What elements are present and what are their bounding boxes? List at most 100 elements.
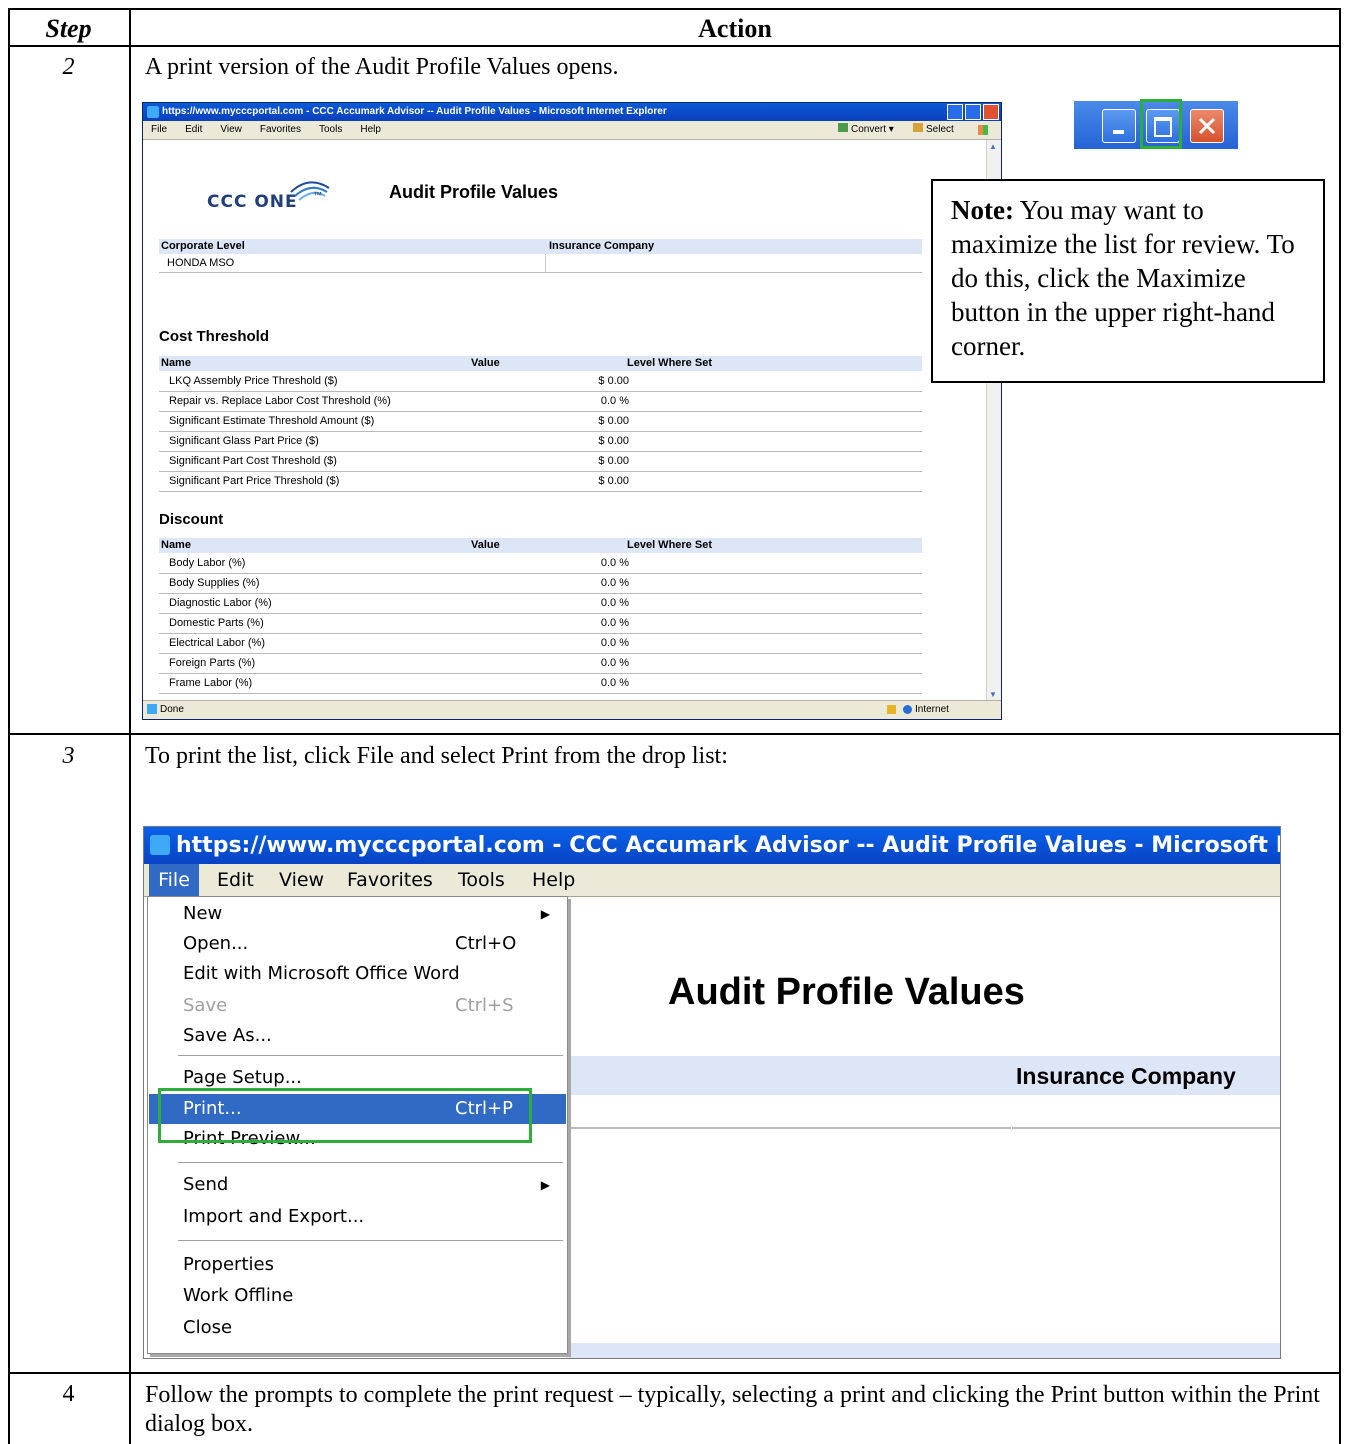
submenu-arrow-icon: ▶ (540, 907, 550, 921)
row-divider (566, 1127, 1011, 1129)
lock-icon (887, 705, 896, 714)
minimize-icon (1113, 130, 1124, 134)
ie-title-text: https://www.mycccportal.com - CCC Accuma… (162, 106, 667, 117)
cost-columns-header: Name Value Level Where Set (159, 356, 922, 371)
step-text: Follow the prompts to complete the print… (145, 1382, 1320, 1437)
note-callout: Note: You may want to maximize the list … (931, 179, 1325, 383)
menu-item-import-export[interactable]: Import and Export... (149, 1202, 566, 1232)
ie-logo-icon (147, 106, 159, 118)
menu-help[interactable]: Help (532, 864, 575, 896)
minimize-button[interactable] (1102, 109, 1136, 143)
cost-threshold-title: Cost Threshold (159, 328, 270, 345)
menu-item-save-as[interactable]: Save As... (149, 1021, 566, 1051)
col-name: Name (161, 539, 191, 551)
table-row-divider-header (8, 45, 1341, 47)
corporate-value-row: HONDA MSO (159, 254, 922, 273)
header-action: Action (698, 14, 772, 43)
scroll-down-arrow-icon[interactable]: ▼ (989, 690, 997, 699)
menu-file[interactable]: File (149, 864, 199, 896)
corporate-header-row: Corporate Level Insurance Company (159, 239, 922, 254)
ie-window-zoomed-screenshot: https://www.mycccportal.com - CCC Accuma… (143, 826, 1281, 1359)
toolbar-select[interactable]: Select (913, 121, 954, 139)
table-row: Domestic Parts (%) 0.0 % (159, 613, 922, 634)
globe-icon (903, 704, 912, 714)
restore-button[interactable] (965, 104, 981, 120)
table-row: Body Supplies (%) 0.0 % (159, 573, 922, 594)
col-value: Value (471, 539, 500, 551)
menu-item-new[interactable]: New ▶ (149, 899, 566, 929)
table-row: Significant Glass Part Price ($) $ 0.00 (159, 431, 922, 452)
ie-title-bar: https://www.mycccportal.com - CCC Accuma… (144, 827, 1280, 864)
table-row: Electrical Labor (%) 0.0 % (159, 633, 922, 654)
menu-favorites[interactable]: Favorites (260, 124, 301, 135)
logo-tm: ™ (313, 190, 322, 200)
ccc-one-logo: CCC ONE ™ (203, 172, 333, 212)
scroll-up-arrow-icon[interactable]: ▲ (989, 142, 997, 151)
internet-zone: Internet (903, 701, 949, 719)
col-level-where-set: Level Where Set (627, 539, 712, 551)
table-border-right (1339, 8, 1341, 1444)
menu-edit[interactable]: Edit (217, 864, 254, 896)
close-icon (1198, 117, 1216, 135)
table-row: Diagnostic Labor (%) 0.0 % (159, 593, 922, 614)
menu-item-open[interactable]: Open... Ctrl+O (149, 929, 566, 959)
menu-tools[interactable]: Tools (319, 124, 342, 135)
menu-edit[interactable]: Edit (185, 124, 202, 135)
page-icon (147, 704, 157, 715)
step-number: 2 (62, 54, 75, 80)
ie-menu-bar: File Edit View Favorites Tools Help (144, 864, 1280, 897)
close-button[interactable] (983, 104, 999, 120)
column-header-strip (566, 1343, 1280, 1358)
table-row: LKQ Assembly Price Threshold ($) $ 0.00 (159, 371, 922, 392)
table-row: Significant Part Cost Threshold ($) $ 0.0… (159, 451, 922, 472)
menu-item-work-offline[interactable]: Work Offline (149, 1281, 566, 1311)
row-divider (1012, 1127, 1280, 1129)
enlarged-window-controls (1074, 99, 1238, 149)
col-level-where-set: Level Where Set (627, 357, 712, 369)
menu-item-edit-with-word[interactable]: Edit with Microsoft Office Word (149, 959, 566, 989)
menu-file[interactable]: File (151, 124, 167, 135)
menu-help[interactable]: Help (360, 124, 381, 135)
ie-logo-icon (150, 835, 170, 855)
col-name: Name (161, 357, 191, 369)
menu-separator (178, 1240, 563, 1241)
table-row: Significant Estimate Threshold Amount ($… (159, 411, 922, 432)
step-number: 3 (62, 743, 75, 769)
menu-item-save[interactable]: Save Ctrl+S (149, 991, 566, 1021)
ie-window-screenshot: https://www.mycccportal.com - CCC Accuma… (142, 102, 1002, 720)
menu-view[interactable]: View (220, 124, 242, 135)
table-row: Frame Labor (%) 0.0 % (159, 673, 922, 694)
step-number: 4 (62, 1381, 75, 1407)
table-row: Repair vs. Replace Labor Cost Threshold … (159, 391, 922, 412)
corporate-level-label: Corporate Level (161, 240, 245, 252)
close-button[interactable] (1190, 109, 1224, 143)
insurance-company-label: Insurance Company (549, 240, 655, 252)
ie-title-text: https://www.mycccportal.com - CCC Accuma… (176, 833, 1281, 858)
menu-item-send[interactable]: Send ▶ (149, 1170, 566, 1200)
table-border-top (8, 8, 1341, 10)
table-row: Foreign Parts (%) 0.0 % (159, 653, 922, 674)
menu-item-close[interactable]: Close (149, 1313, 566, 1343)
submenu-arrow-icon: ▶ (540, 1178, 550, 1192)
menu-separator (178, 1162, 563, 1163)
menu-tools[interactable]: Tools (458, 864, 505, 896)
discount-title: Discount (159, 511, 224, 528)
table-row: Significant Part Price Threshold ($) $ 0.… (159, 471, 922, 492)
convert-icon (838, 123, 848, 132)
toolbar-convert[interactable]: Convert ▾ (838, 121, 894, 139)
ie-menu-bar: File Edit View Favorites Tools Help Convert ▾… (143, 121, 1001, 140)
table-row-divider-3 (8, 1372, 1341, 1374)
menu-favorites[interactable]: Favorites (347, 864, 433, 896)
step-text: To print the list, click File and select… (145, 743, 728, 769)
step-text: A print version of the Audit Profile Val… (145, 54, 619, 80)
status-bar: Done Internet (143, 700, 1001, 719)
table-border-left (8, 8, 10, 1444)
windows-flag-icon (978, 125, 988, 135)
col-value: Value (471, 357, 500, 369)
discount-columns-header: Name Value Level Where Set (159, 538, 922, 553)
menu-item-properties[interactable]: Properties (149, 1250, 566, 1280)
report-title: Audit Profile Values (389, 182, 559, 202)
menu-view[interactable]: View (279, 864, 324, 896)
minimize-button[interactable] (947, 104, 963, 120)
corporate-level-value: HONDA MSO (167, 257, 235, 269)
